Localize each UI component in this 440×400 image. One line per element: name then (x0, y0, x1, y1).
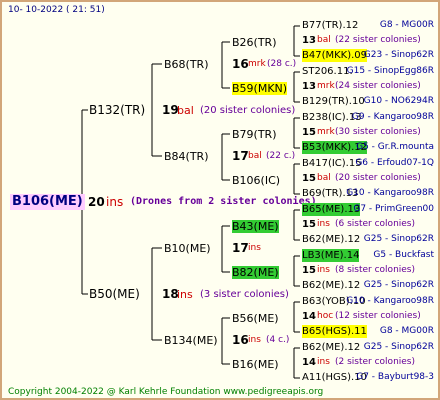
gen4-sister-note: (8 sister colonies) (335, 265, 416, 275)
root-mating-number: 20 (88, 195, 105, 209)
gen4-source: G15 - SinopEgg86R (346, 66, 434, 76)
gen4-queen[interactable]: ST206.11. (302, 65, 353, 78)
gen4-source: G8 - MG00R (379, 20, 434, 30)
gen4-source: G25 - Sinop62R (363, 234, 434, 244)
gen3-queen[interactable]: B43(ME) (232, 220, 279, 233)
gen4-sister-note: (20 sister colonies) (335, 173, 421, 183)
gen4-source: G7 - Bayburt98-3 (356, 372, 434, 382)
gen2-sister-note: (22 c.) (266, 151, 296, 161)
gen4-queen[interactable]: B62(ME).12 (302, 341, 360, 354)
gen2-mating-number: 16 (232, 333, 249, 347)
gen4-sister-note: (6 sister colonies) (335, 219, 416, 229)
gen3-queen[interactable]: B16(ME) (232, 358, 279, 371)
gen4-queen[interactable]: B65(HGS).11 (302, 325, 367, 338)
pedigree-chart: 10- 10-2022 ( 21: 51) B106(ME) 20 ins (D… (0, 0, 440, 400)
gen4-mating-station: bal (317, 35, 331, 45)
gen4-source: G25 - Sinop62R (363, 342, 434, 352)
gen3-queen[interactable]: B82(ME) (232, 266, 279, 279)
gen2-mating-number: 17 (232, 149, 249, 163)
gen4-queen[interactable]: B47(MKK).09 (302, 49, 368, 62)
gen4-mating-station: mrk (317, 81, 335, 91)
gen4-mating-number: 14 (302, 357, 316, 368)
root-queen[interactable]: B106(ME) (10, 194, 85, 210)
report-date: 10- 10-2022 ( 21: 51) (8, 5, 105, 15)
gen4-source: G9 - Kangaroo98R (351, 112, 434, 122)
gen4-source: G10 - Kangaroo98R (346, 296, 434, 306)
gen2-mating-number: 17 (232, 241, 249, 255)
gen4-mating-number: 14 (302, 311, 316, 322)
gen4-queen[interactable]: LB3(ME).14 (302, 249, 360, 262)
gen4-mating-station: ins (317, 357, 330, 367)
dam-queen[interactable]: B50(ME) (89, 288, 140, 301)
gen2-queen[interactable]: B68(TR) (164, 58, 209, 71)
gen4-source: G5 - Buckfast (373, 250, 434, 260)
gen4-source: G6 - Erfoud07-1Q (355, 158, 434, 168)
gen4-sister-note: (2 sister colonies) (335, 357, 416, 367)
gen3-queen[interactable]: B79(TR) (232, 128, 277, 141)
gen2-mating-station: ins (248, 335, 261, 345)
gen4-mating-number: 15 (302, 265, 316, 276)
gen2-mating-station: mrk (248, 59, 266, 69)
gen3-queen[interactable]: B26(TR) (232, 36, 277, 49)
gen2-sister-note: (28 c.) (267, 59, 297, 69)
gen4-queen[interactable]: B65(ME).13 (302, 203, 361, 216)
gen4-source: G5 - Gr.R.mounta (356, 142, 434, 152)
gen4-mating-number: 15 (302, 173, 316, 184)
gen4-sister-note: (12 sister colonies) (335, 311, 421, 321)
copyright-footer[interactable]: Copyright 2004-2022 @ Karl Kehrle Founda… (8, 386, 323, 398)
gen2-queen[interactable]: B134(ME) (164, 334, 218, 347)
gen2-mating-station: ins (248, 243, 261, 253)
gen4-queen[interactable]: B77(TR).12 (302, 19, 358, 32)
gen2-queen[interactable]: B84(TR) (164, 150, 209, 163)
gen4-sister-note: (24 sister colonies) (335, 81, 421, 91)
gen2-mating-number: 16 (232, 57, 249, 71)
root-mating-station: ins (106, 195, 124, 209)
drones-note: (Drones from 2 sister colonies) (130, 196, 317, 207)
gen4-mating-station: ins (317, 219, 330, 229)
gen3-queen[interactable]: B106(IC) (232, 174, 280, 187)
gen4-mating-station: bal (317, 173, 331, 183)
gen4-source: G23 - Sinop62R (363, 50, 434, 60)
gen2-sister-note: (4 c.) (266, 335, 290, 345)
gen4-source: G8 - MG00R (379, 326, 434, 336)
gen4-queen[interactable]: B62(ME).12 (302, 233, 360, 246)
sire-queen[interactable]: B132(TR) (89, 104, 145, 117)
gen4-mating-station: ins (317, 265, 330, 275)
gen4-mating-station: hoc (317, 311, 334, 321)
gen4-queen[interactable]: B62(ME).12 (302, 279, 360, 292)
gen4-source: G7 - PrimGreen00 (353, 204, 434, 214)
gen4-source: G10 - Kangaroo98R (346, 188, 434, 198)
sire-sister-note: (20 sister colonies) (200, 105, 296, 116)
gen3-queen[interactable]: B56(ME) (232, 312, 279, 325)
gen4-mating-number: 13 (302, 35, 316, 46)
gen4-mating-number: 15 (302, 219, 316, 230)
gen4-mating-number: 15 (302, 127, 316, 138)
gen2-queen[interactable]: B10(ME) (164, 242, 211, 255)
dam-sister-note: (3 sister colonies) (200, 289, 289, 300)
gen3-queen[interactable]: B59(MKN) (232, 82, 288, 95)
gen4-queen[interactable]: B129(TR).10 (302, 95, 365, 108)
gen4-source: G25 - Sinop62R (363, 280, 434, 290)
gen4-mating-number: 13 (302, 81, 316, 92)
dam-mating-station: ins (177, 288, 193, 301)
gen4-sister-note: (30 sister colonies) (335, 127, 421, 137)
gen4-sister-note: (22 sister colonies) (335, 35, 421, 45)
gen4-queen[interactable]: B417(IC).15 (302, 157, 362, 170)
sire-mating-station: bal (177, 104, 194, 117)
gen2-mating-station: bal (248, 151, 262, 161)
gen4-mating-station: mrk (317, 127, 335, 137)
gen4-source: G10 - NO6294R (363, 96, 434, 106)
